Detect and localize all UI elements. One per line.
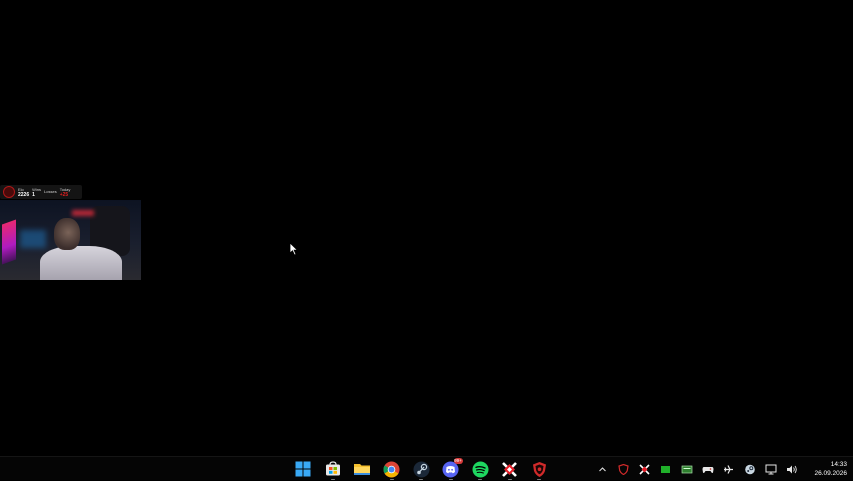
- gamepad-tray-icon[interactable]: [697, 457, 718, 481]
- webcam-red-light: [72, 210, 94, 216]
- faceit-icon[interactable]: [498, 457, 522, 481]
- wins-stat: Wins 1: [32, 187, 41, 198]
- network-icon[interactable]: [760, 457, 781, 481]
- webcam-person-head: [54, 218, 80, 250]
- today-value: +25: [59, 191, 69, 198]
- faceit-logo-icon: [3, 186, 15, 198]
- mouse-cursor-icon: [289, 242, 299, 256]
- webcam-overlay: [0, 200, 141, 280]
- webcam-monitor-glow: [20, 230, 46, 248]
- microsoft-store-icon[interactable]: [321, 457, 345, 481]
- elo-label: Elo: [18, 186, 24, 192]
- clock-date: 26.09.2026: [814, 469, 847, 477]
- losses-stat: Losses: [44, 189, 57, 195]
- desktop[interactable]: Elo 2226 Wins 1 Losses Today +25: [0, 0, 853, 456]
- antivirus-shield-icon[interactable]: [527, 457, 551, 481]
- discord-icon[interactable]: 99+: [439, 457, 463, 481]
- steam-tray-icon[interactable]: [739, 457, 760, 481]
- show-hidden-icons-chevron-icon[interactable]: [592, 457, 613, 481]
- taskbar-pinned-apps: 99+: [291, 457, 557, 481]
- taskbar-clock[interactable]: 14:33 26.09.2026: [814, 461, 847, 478]
- taskbar: 99+ 14:33 26.09.2026: [0, 456, 853, 480]
- spotify-icon[interactable]: [468, 457, 492, 481]
- plane-tray-icon[interactable]: [718, 457, 739, 481]
- file-explorer-icon[interactable]: [350, 457, 374, 481]
- volume-icon[interactable]: [781, 457, 802, 481]
- shield-tray-icon[interactable]: [613, 457, 634, 481]
- start-icon[interactable]: [291, 457, 315, 481]
- battery-monitor-tray-icon[interactable]: [676, 457, 697, 481]
- faceit-tray-icon[interactable]: [634, 457, 655, 481]
- faceit-stats-overlay: Elo 2226 Wins 1 Losses Today +25: [0, 185, 82, 199]
- nvidia-tray-icon[interactable]: [655, 457, 676, 481]
- webcam-neon-screen: [2, 219, 16, 265]
- today-stat: Today +25: [60, 187, 71, 198]
- discord-notification-badge: 99+: [453, 458, 463, 464]
- today-label: Today: [59, 186, 71, 192]
- elo-value: 2226: [18, 191, 30, 198]
- elo-stat: Elo 2226: [18, 187, 29, 198]
- webcam-person-body: [40, 246, 122, 280]
- wins-value: 1: [32, 191, 35, 198]
- wins-label: Wins: [32, 186, 42, 192]
- steam-icon[interactable]: [409, 457, 433, 481]
- clock-time: 14:33: [830, 461, 847, 468]
- chrome-icon[interactable]: [380, 457, 404, 481]
- losses-label: Losses: [44, 189, 57, 194]
- system-tray: [592, 457, 802, 481]
